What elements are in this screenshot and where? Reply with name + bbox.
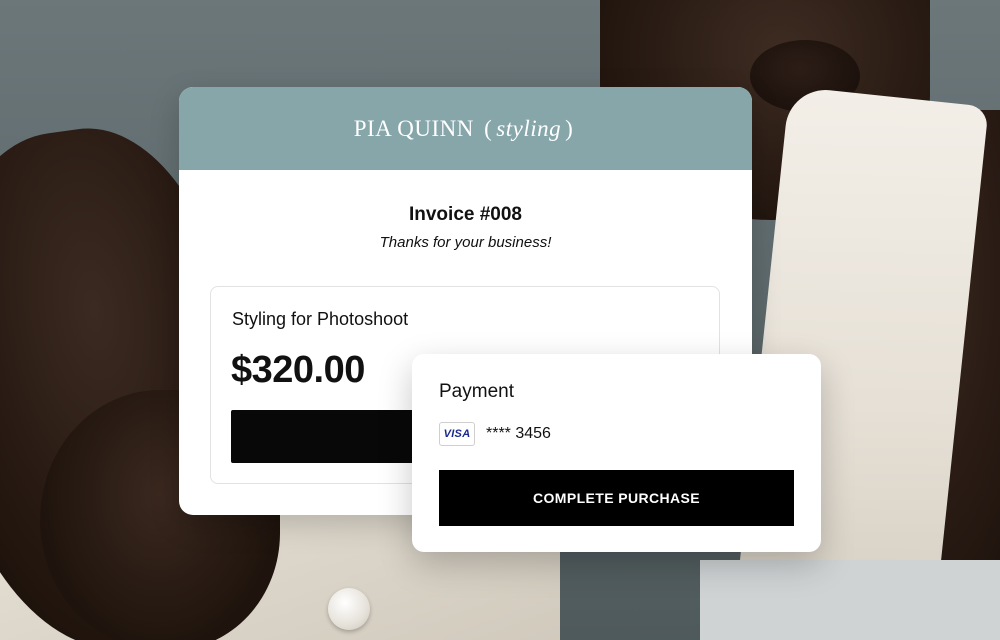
brand-open-paren: ( [484, 115, 493, 141]
photo-floor [700, 560, 1000, 640]
saved-card[interactable]: VISA **** 3456 [439, 422, 551, 446]
brand-logo: PIA QUINN (styling) [354, 116, 578, 142]
brand-tagline: styling [496, 115, 562, 141]
card-number: **** 3456 [486, 425, 551, 442]
visa-icon: VISA [439, 422, 475, 446]
brand-close-paren: ) [565, 115, 574, 141]
visa-icon-label: VISA [443, 428, 471, 440]
item-amount: $320.00 [231, 349, 365, 391]
payment-title: Payment [439, 381, 514, 402]
item-title: Styling for Photoshoot [232, 309, 409, 329]
photo-coat-button [328, 588, 370, 630]
invoice-subtitle: Thanks for your business! [379, 234, 552, 251]
brand-name: PIA QUINN [353, 115, 474, 141]
invoice-title: Invoice #008 [408, 204, 523, 225]
payment-card: Payment VISA **** 3456 COMPLETE PURCHASE [412, 354, 821, 552]
invoice-header: PIA QUINN (styling) [179, 87, 752, 170]
complete-purchase-button[interactable]: COMPLETE PURCHASE [439, 470, 794, 526]
